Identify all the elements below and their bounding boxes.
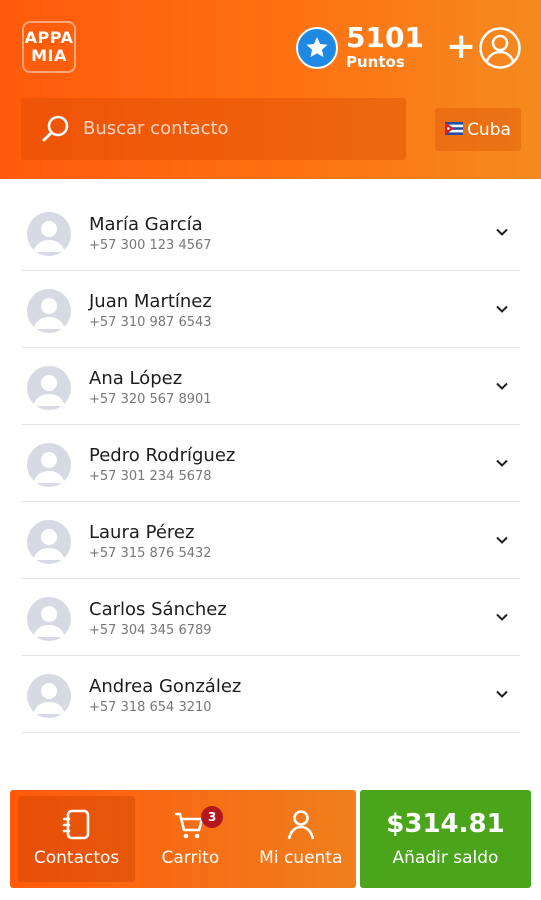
list-item[interactable]: Laura Pérez +57 315 876 5432 — [21, 502, 520, 579]
cart-count-badge: 3 — [201, 806, 224, 828]
add-balance-button[interactable]: $314.81 Añadir saldo — [360, 790, 531, 888]
nav-account[interactable]: Mi cuenta — [246, 790, 356, 888]
country-label: Cuba — [467, 119, 511, 140]
avatar-icon — [27, 212, 71, 256]
avatar-icon — [27, 289, 71, 333]
chevron-down-icon[interactable] — [494, 455, 510, 471]
list-item[interactable]: María García +57 300 123 4567 — [21, 194, 520, 271]
cuba-flag-icon — [445, 120, 464, 140]
points-label: Puntos — [346, 53, 405, 71]
chevron-down-icon[interactable] — [494, 609, 510, 625]
logo-line-2: MIA — [31, 46, 67, 65]
list-item[interactable]: Carlos Sánchez +57 304 345 6789 — [21, 579, 520, 656]
points-value: 5101 — [346, 21, 424, 54]
contact-name: María García — [89, 214, 203, 235]
avatar-icon — [27, 366, 71, 410]
user-profile-icon[interactable] — [478, 26, 522, 70]
chevron-down-icon[interactable] — [494, 532, 510, 548]
add-icon[interactable]: + — [446, 29, 476, 65]
search-icon — [41, 114, 71, 144]
search-input[interactable]: Buscar contacto — [21, 98, 406, 160]
nav-account-label: Mi cuenta — [259, 848, 343, 868]
contact-phone: +57 310 987 6543 — [89, 315, 212, 330]
star-icon — [296, 27, 338, 69]
nav-cart-label: Carrito — [161, 848, 220, 868]
chevron-down-icon[interactable] — [494, 224, 510, 240]
contact-name: Juan Martínez — [89, 291, 212, 312]
avatar-icon — [27, 443, 71, 487]
contact-name: Andrea González — [89, 676, 242, 697]
contacts-book-icon — [60, 808, 94, 842]
avatar-icon — [27, 674, 71, 718]
balance-amount: $314.81 — [386, 809, 505, 839]
contact-list: María García +57 300 123 4567 Juan Martí… — [21, 194, 520, 733]
contact-phone: +57 318 654 3210 — [89, 700, 212, 715]
search-placeholder: Buscar contacto — [83, 118, 229, 139]
list-item[interactable]: Pedro Rodríguez +57 301 234 5678 — [21, 425, 520, 502]
list-item[interactable]: Andrea González +57 318 654 3210 — [21, 656, 520, 733]
contact-phone: +57 304 345 6789 — [89, 623, 212, 638]
app-header: APPA MIA 5101 Puntos + Buscar contacto C… — [0, 0, 541, 179]
contact-phone: +57 300 123 4567 — [89, 238, 212, 253]
add-balance-label: Añadir saldo — [392, 848, 499, 868]
nav-contacts-label: Contactos — [33, 848, 120, 868]
app-logo[interactable]: APPA MIA — [22, 21, 76, 73]
contact-phone: +57 315 876 5432 — [89, 546, 212, 561]
avatar-icon — [27, 520, 71, 564]
nav-contacts[interactable]: Contactos — [18, 796, 136, 882]
chevron-down-icon[interactable] — [494, 301, 510, 317]
nav-cart[interactable]: 3 Carrito — [135, 790, 245, 888]
contact-name: Ana López — [89, 368, 183, 389]
chevron-down-icon[interactable] — [494, 378, 510, 394]
contact-name: Carlos Sánchez — [89, 599, 227, 620]
bottom-navigation: Contactos 3 Carrito Mi cuenta — [10, 790, 356, 888]
country-selector[interactable]: Cuba — [435, 108, 521, 151]
list-item[interactable]: Ana López +57 320 567 8901 — [21, 348, 520, 425]
contact-phone: +57 320 567 8901 — [89, 392, 212, 407]
chevron-down-icon[interactable] — [494, 686, 510, 702]
list-item[interactable]: Juan Martínez +57 310 987 6543 — [21, 271, 520, 348]
contact-name: Laura Pérez — [89, 522, 195, 543]
logo-line-1: APPA — [24, 28, 74, 47]
avatar-icon — [27, 597, 71, 641]
contact-name: Pedro Rodríguez — [89, 445, 236, 466]
user-icon — [284, 808, 318, 842]
contact-phone: +57 301 234 5678 — [89, 469, 212, 484]
